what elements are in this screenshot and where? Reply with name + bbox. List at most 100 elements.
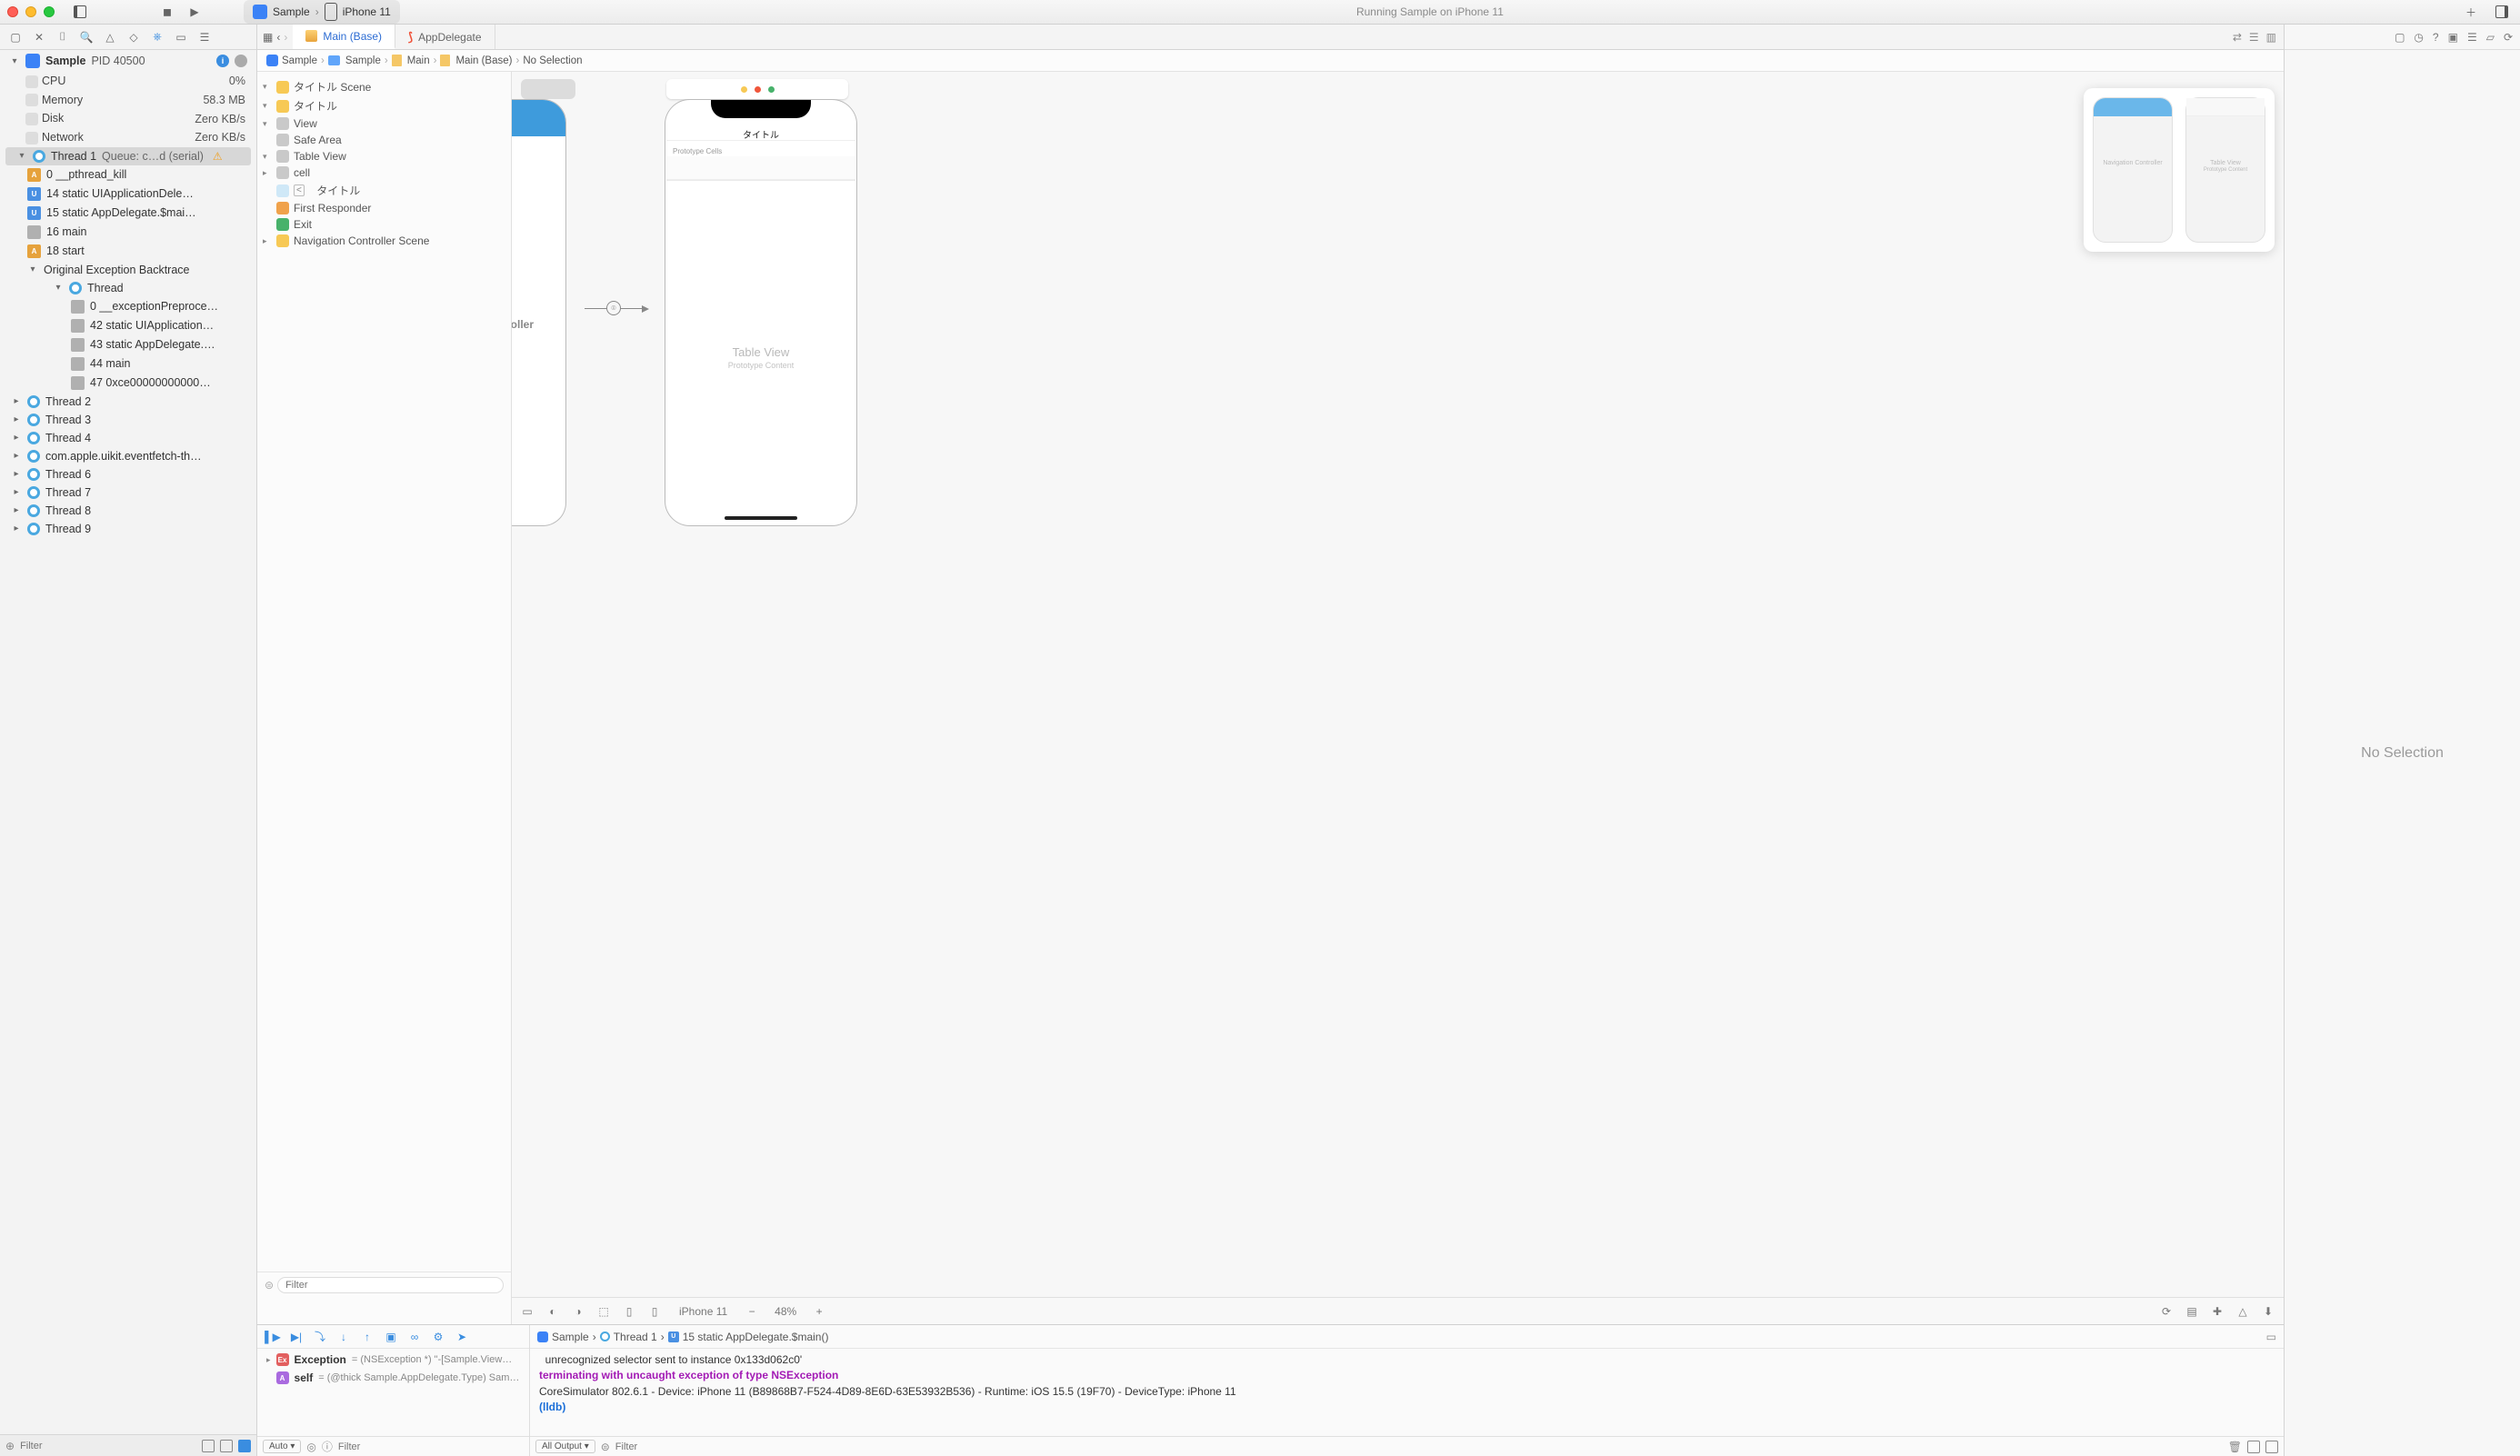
stack-frame[interactable]: A0 __pthread_kill — [0, 165, 256, 184]
variable-row[interactable]: ▸ Ex Exception = (NSException *) "-[Samp… — [257, 1351, 529, 1369]
tab-main-storyboard[interactable]: Main (Base) — [293, 25, 395, 49]
variable-row[interactable]: ▸ A self = (@thick Sample.AppDelegate.Ty… — [257, 1369, 529, 1387]
outline-item[interactable]: ▸< タイトル — [261, 181, 507, 200]
stack-frame[interactable]: 43 static AppDelegate.… — [0, 335, 256, 354]
debug-navigator-icon[interactable]: ⎈ — [149, 29, 165, 45]
step-into-button[interactable]: ↓ — [335, 1329, 352, 1345]
console-filter-input[interactable] — [615, 1441, 2223, 1452]
traits-button[interactable]: ◐ — [545, 1303, 561, 1320]
scene-dock-fr-icon[interactable] — [755, 86, 761, 93]
cpu-gauge[interactable]: CPU0% — [0, 72, 256, 91]
thread-row[interactable]: ▸Thread 6 — [0, 465, 256, 484]
editor-options-icon[interactable]: ☰ — [2249, 31, 2259, 44]
outline-item[interactable]: ▾View — [261, 115, 507, 132]
scene-preview[interactable]: タイトル Prototype Cells Table View Prototyp… — [665, 99, 857, 526]
report-navigator-icon[interactable]: ☰ — [196, 29, 213, 45]
outline-item[interactable]: ▾Table View — [261, 148, 507, 165]
stack-frame[interactable]: 42 static UIApplication… — [0, 316, 256, 335]
outline-item[interactable]: ▸Safe Area — [261, 132, 507, 148]
console-output[interactable]: unrecognized selector sent to instance 0… — [530, 1349, 2284, 1436]
outline-item[interactable]: ▸Exit — [261, 216, 507, 233]
device-button[interactable]: ▯ — [646, 1303, 663, 1320]
size-inspector-icon[interactable]: ▱ — [2486, 31, 2495, 44]
scene-dock-exit-icon[interactable] — [768, 86, 775, 93]
embed-button[interactable]: ⟳ — [2158, 1303, 2175, 1320]
assistants-icon[interactable]: ⇄ — [2233, 31, 2242, 44]
scene-dock-vc-icon[interactable] — [741, 86, 747, 93]
filter-option-3[interactable] — [238, 1440, 251, 1452]
layout-button[interactable]: ▯ — [621, 1303, 637, 1320]
step-over-button[interactable]: ⤵ — [312, 1329, 328, 1345]
stack-frame[interactable]: 47 0xce00000000000… — [0, 374, 256, 393]
zoom-label[interactable]: 48% — [775, 1305, 796, 1318]
outline-item[interactable]: ▸First Responder — [261, 200, 507, 216]
stop-button[interactable]: ◼ — [156, 3, 178, 21]
align-button[interactable]: ▤ — [2184, 1303, 2200, 1320]
related-items-icon[interactable]: ▦ — [263, 31, 273, 44]
stack-frame[interactable]: 0 __exceptionPreproce… — [0, 297, 256, 316]
location-button[interactable]: ➤ — [454, 1329, 470, 1345]
outline-filter-input[interactable] — [277, 1277, 504, 1293]
project-navigator-icon[interactable]: ▢ — [7, 29, 24, 45]
path-segment[interactable]: Main (Base) — [455, 55, 512, 66]
add-button[interactable]: ＋ — [2460, 3, 2482, 21]
ib-canvas[interactable]: roller ⌾ タイトル Prototype Cells Table View — [512, 72, 2284, 1297]
stack-frame[interactable]: 16 main — [0, 223, 256, 242]
file-inspector-icon[interactable]: ▢ — [2395, 31, 2405, 44]
scheme-selector[interactable]: Sample › iPhone 11 — [244, 0, 400, 24]
toggle-console-icon[interactable]: ▭ — [2266, 1331, 2276, 1343]
connections-inspector-icon[interactable]: ⟳ — [2504, 31, 2513, 44]
filter-option-2[interactable] — [220, 1440, 233, 1452]
path-segment[interactable]: Main — [407, 55, 430, 66]
memory-graph-button[interactable]: ∞ — [406, 1329, 423, 1345]
toggle-left-sidebar-button[interactable] — [69, 3, 91, 21]
info-badge-icon[interactable]: i — [216, 55, 229, 67]
toggle-vars-button[interactable] — [2247, 1441, 2260, 1453]
run-button[interactable]: ▶ — [184, 3, 205, 21]
disk-gauge[interactable]: DiskZero KB/s — [0, 109, 256, 128]
stack-frame[interactable]: U14 static UIApplicationDele… — [0, 184, 256, 204]
library-button[interactable]: ⬇ — [2260, 1303, 2276, 1320]
scene-dock-left[interactable] — [521, 79, 575, 99]
source-control-navigator-icon[interactable]: ✕ — [31, 29, 47, 45]
thread-1-row[interactable]: ▾ Thread 1 Queue: c…d (serial) ⚠︎ — [5, 147, 251, 165]
continue-button[interactable]: ▶| — [288, 1329, 305, 1345]
outline-scene[interactable]: ▾タイトル Scene — [261, 77, 507, 96]
thread-row[interactable]: ▸com.apple.uikit.eventfetch-th… — [0, 447, 256, 465]
stack-frame[interactable]: U15 static AppDelegate.$mai… — [0, 204, 256, 223]
segue-arrow[interactable]: ⌾ — [585, 308, 644, 309]
device-label[interactable]: iPhone 11 — [672, 1303, 735, 1320]
console-output-filter-button[interactable]: All Output ▾ — [535, 1440, 595, 1453]
path-segment[interactable]: Sample — [552, 1331, 589, 1343]
toggle-console-button[interactable] — [2265, 1441, 2278, 1453]
stack-frame[interactable]: 44 main — [0, 354, 256, 374]
thread-row[interactable]: ▸Thread 7 — [0, 484, 256, 502]
adjust-editor-icon[interactable]: ▥ — [2266, 31, 2276, 44]
outline-item[interactable]: ▾タイトル — [261, 96, 507, 115]
symbol-navigator-icon[interactable]: ⌷ — [55, 29, 71, 45]
minimap-tv[interactable]: Table ViewPrototype Content — [2185, 97, 2265, 243]
resolve-button[interactable]: △ — [2235, 1303, 2251, 1320]
network-gauge[interactable]: NetworkZero KB/s — [0, 128, 256, 147]
quicklook-icon[interactable]: ◎ — [306, 1441, 315, 1453]
jump-bar[interactable]: Sample› Sample› Main› Main (Base)› No Se… — [257, 50, 2284, 72]
identity-inspector-icon[interactable]: ▣ — [2448, 31, 2458, 44]
appearance-button[interactable]: ◑ — [570, 1303, 586, 1320]
env-overrides-button[interactable]: ⚙ — [430, 1329, 446, 1345]
minimize-window-button[interactable] — [25, 6, 36, 17]
console-jump-bar[interactable]: Sample› Thread 1› U 15 static AppDelegat… — [530, 1325, 2284, 1349]
canvas-minimap[interactable]: Navigation Controller Table ViewPrototyp… — [2084, 88, 2275, 252]
toggle-breakpoints-button[interactable]: ▌▶ — [265, 1329, 281, 1345]
filter-option-1[interactable] — [202, 1440, 215, 1452]
zoom-window-button[interactable] — [44, 6, 55, 17]
breakpoint-navigator-icon[interactable]: ▭ — [173, 29, 189, 45]
scene-dock-right[interactable] — [666, 79, 848, 99]
thread-subrow[interactable]: ▾Thread — [0, 279, 256, 297]
path-segment[interactable]: Sample — [345, 55, 381, 66]
print-icon[interactable]: ⓘ — [322, 1439, 333, 1454]
minimap-nav[interactable]: Navigation Controller — [2093, 97, 2173, 243]
nav-controller-preview[interactable]: roller — [512, 99, 566, 526]
pin-button[interactable]: ✚ — [2209, 1303, 2225, 1320]
memory-gauge[interactable]: Memory58.3 MB — [0, 91, 256, 110]
process-row[interactable]: ▾ Sample PID 40500 i — [0, 50, 256, 72]
